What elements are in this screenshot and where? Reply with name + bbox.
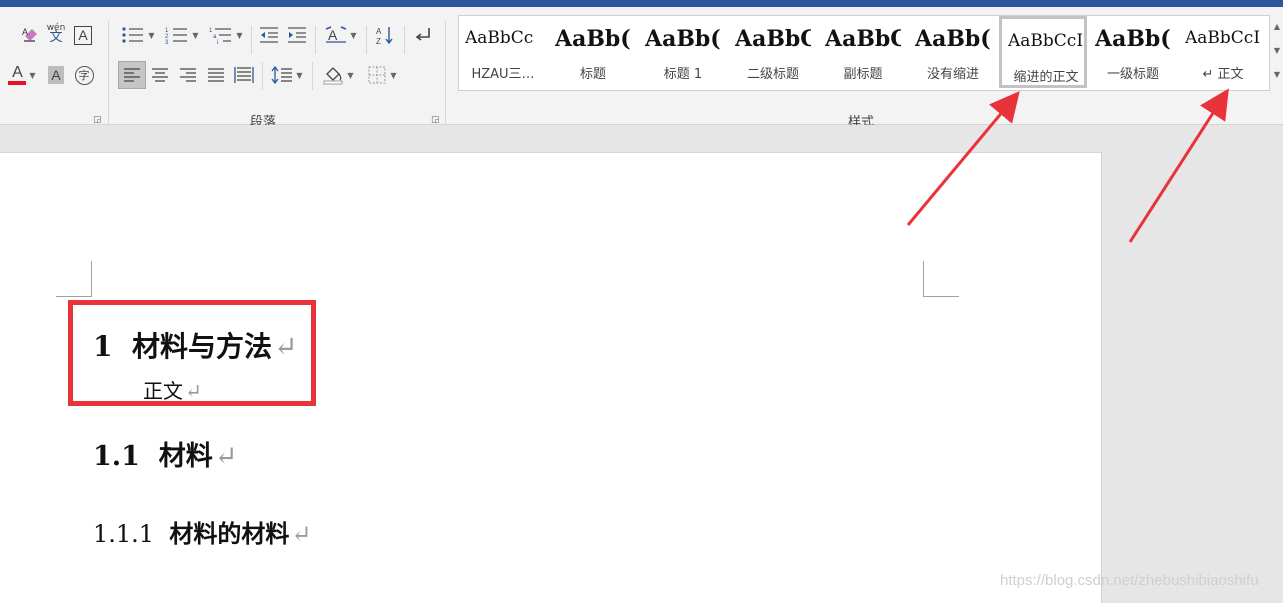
- watermark-text: https://blog.csdn.net/zhebushibiaoshifu: [1000, 572, 1259, 589]
- annotation-arrows: [906, 88, 1229, 243]
- annotation-arrow: [1128, 88, 1229, 243]
- annotation-arrow: [906, 91, 1020, 226]
